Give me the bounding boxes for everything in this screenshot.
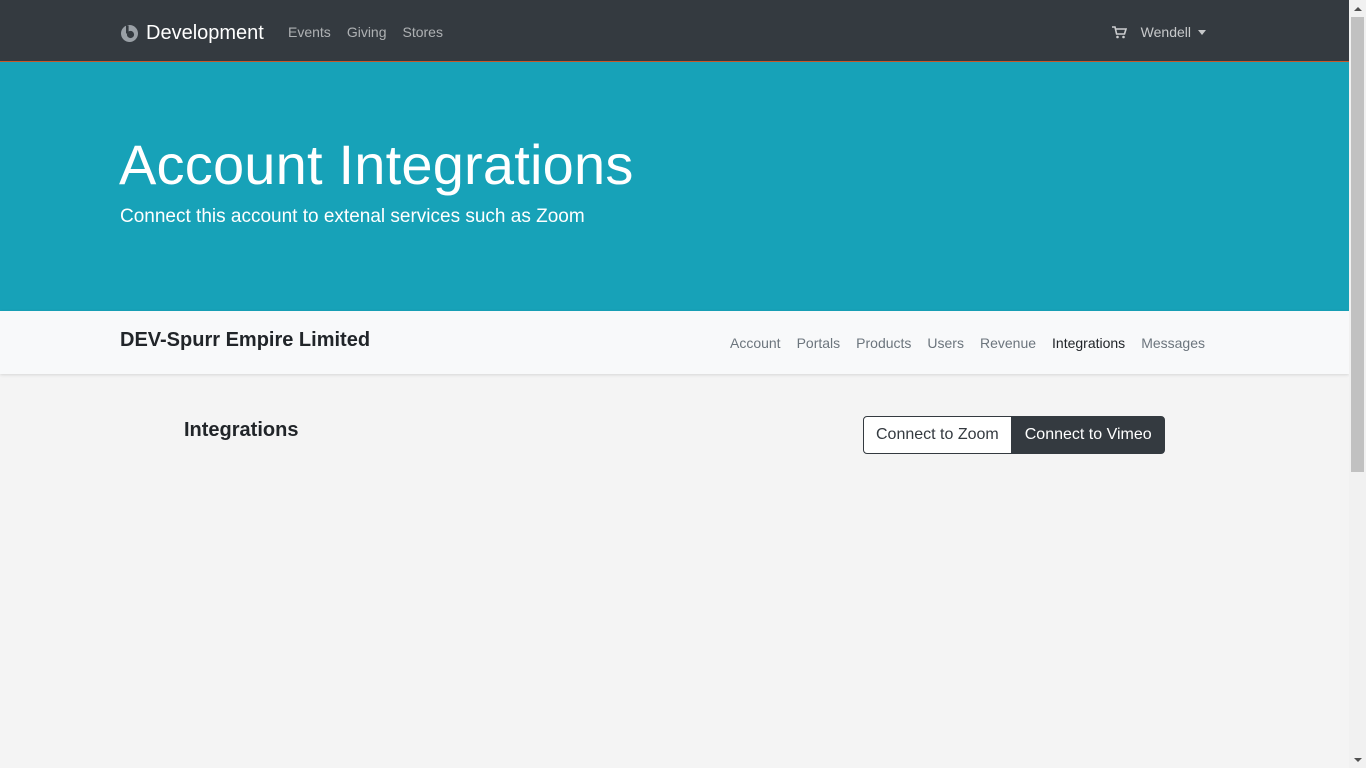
user-menu-toggle[interactable]: Wendell (1141, 24, 1206, 40)
main-nav: Events Giving Stores (288, 24, 443, 40)
cart-icon[interactable] (1111, 25, 1127, 39)
tab-integrations[interactable]: Integrations (1052, 335, 1125, 351)
user-name: Wendell (1140, 24, 1191, 40)
hero-banner: Account Integrations Connect this accoun… (0, 62, 1349, 311)
page-subtitle: Connect this account to extenal services… (120, 206, 585, 227)
scroll-down-icon[interactable] (1349, 751, 1366, 768)
nav-link-giving[interactable]: Giving (347, 24, 387, 40)
section-title: Integrations (184, 419, 299, 441)
brand-link[interactable]: Development (120, 18, 264, 48)
scrollbar-thumb[interactable] (1351, 17, 1364, 472)
top-navbar: Development Events Giving Stores Wendell (0, 0, 1349, 62)
tab-portals[interactable]: Portals (797, 335, 841, 351)
account-tabs: Account Portals Products Users Revenue I… (730, 335, 1205, 351)
scroll-up-icon[interactable] (1349, 0, 1366, 17)
brand-label: Development (146, 21, 264, 44)
navbar-right: Wendell (1111, 24, 1206, 40)
integration-button-group: Connect to Zoom Connect to Vimeo (863, 416, 1165, 454)
nav-link-events[interactable]: Events (288, 24, 331, 40)
brand-logo-icon (120, 24, 139, 43)
vertical-scrollbar[interactable] (1349, 0, 1366, 768)
tab-users[interactable]: Users (927, 335, 964, 351)
tab-revenue[interactable]: Revenue (980, 335, 1036, 351)
nav-link-stores[interactable]: Stores (403, 24, 443, 40)
tab-messages[interactable]: Messages (1141, 335, 1205, 351)
connect-zoom-button[interactable]: Connect to Zoom (863, 416, 1012, 454)
page: Development Events Giving Stores Wendell… (0, 0, 1349, 768)
organization-name: DEV-Spurr Empire Limited (120, 329, 371, 351)
account-subnav: DEV-Spurr Empire Limited Account Portals… (0, 311, 1349, 374)
connect-vimeo-button[interactable]: Connect to Vimeo (1011, 416, 1165, 454)
chevron-down-icon (1198, 30, 1206, 35)
tab-account[interactable]: Account (730, 335, 781, 351)
page-title: Account Integrations (119, 133, 634, 196)
tab-products[interactable]: Products (856, 335, 911, 351)
